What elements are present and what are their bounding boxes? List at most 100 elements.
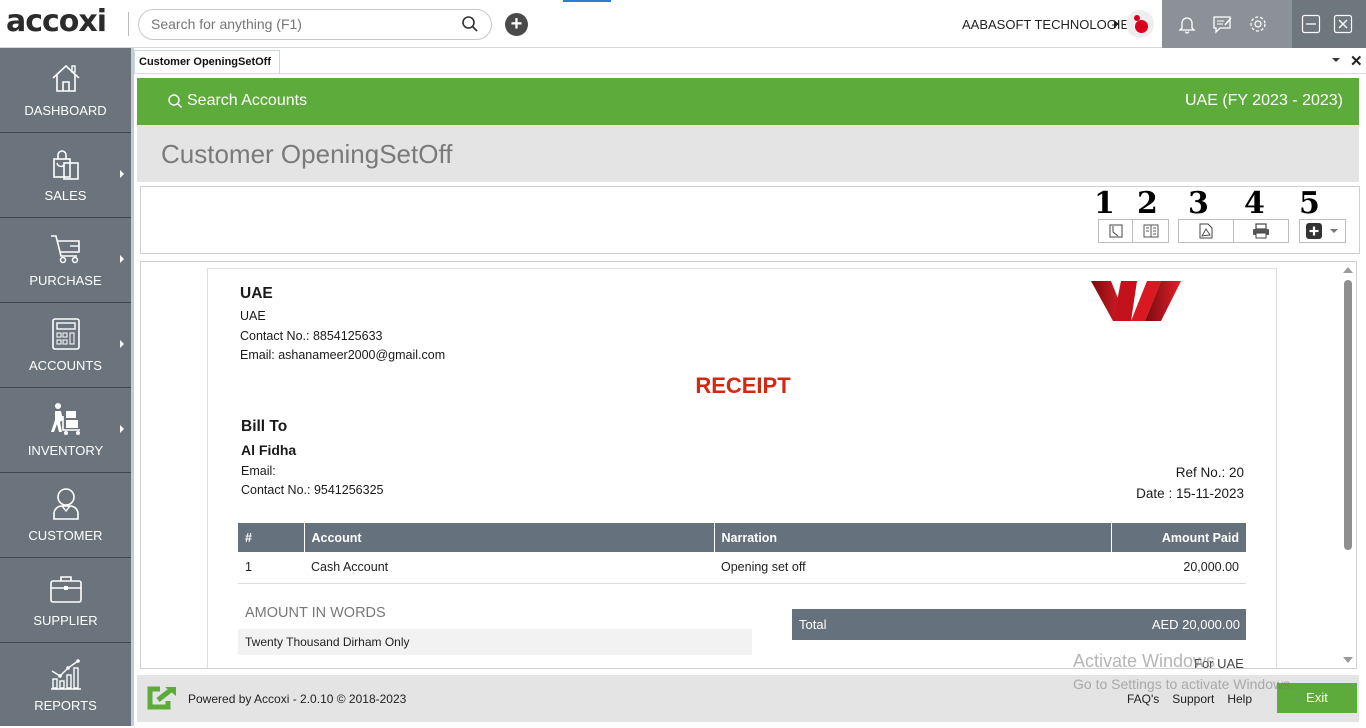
amount-in-words-value: Twenty Thousand Dirham Only <box>238 629 752 655</box>
annotation-1: 1 <box>1094 186 1115 221</box>
scroll-up-icon[interactable] <box>1343 267 1353 273</box>
sidebar-item-customer[interactable]: CUSTOMER <box>0 473 131 558</box>
account-search-bar: Search Accounts UAE (FY 2023 - 2023) <box>137 78 1359 125</box>
column-header-narration: Narration <box>714 523 1112 552</box>
active-indicator <box>563 0 611 2</box>
support-link[interactable]: Support <box>1172 692 1214 706</box>
search-icon[interactable] <box>461 15 479 38</box>
top-bar: accoxi + AABASOFT TECHNOLOGIES <box>0 0 1366 48</box>
column-header-amount-paid: Amount Paid <box>1111 523 1246 552</box>
column-header-index: # <box>238 523 305 552</box>
windows-activation-watermark: Activate Windows <box>1073 651 1216 671</box>
sidebar-item-label: INVENTORY <box>27 443 104 458</box>
company-selector[interactable]: AABASOFT TECHNOLOGIES <box>962 17 1138 32</box>
company-contact: Contact No.: 8854125633 <box>240 329 383 343</box>
close-tab-icon[interactable]: ✕ <box>1350 52 1363 70</box>
window-controls <box>1292 0 1366 48</box>
submenu-arrow-icon <box>120 255 124 263</box>
minimize-icon[interactable] <box>1301 14 1321 39</box>
briefcase-icon <box>48 572 84 606</box>
tab-customer-openingsetoff[interactable]: Customer OpeningSetOff <box>134 50 280 74</box>
search-icon <box>168 94 183 109</box>
amount-in-words-label: AMOUNT IN WORDS <box>245 605 386 621</box>
tab-list-dropdown-icon[interactable] <box>1332 58 1340 62</box>
search-accounts-label: Search Accounts <box>187 92 308 109</box>
sidebar-item-supplier[interactable]: SUPPLIER <box>0 558 131 643</box>
header-actions <box>1162 0 1292 48</box>
add-new-button[interactable]: + <box>505 13 528 36</box>
cell-index: 1 <box>238 552 304 584</box>
company-address: UAE <box>240 309 266 323</box>
customer-name: Al Fidha <box>241 442 297 458</box>
sidebar-item-inventory[interactable]: INVENTORY <box>0 388 131 473</box>
dolly-worker-icon <box>48 402 84 436</box>
message-edit-icon[interactable] <box>1212 14 1234 39</box>
pdf-icon <box>1199 223 1213 239</box>
user-icon <box>48 487 84 521</box>
receipt-heading: RECEIPT <box>695 373 791 398</box>
shopping-bag-icon <box>48 147 84 181</box>
sidebar-item-label: DASHBOARD <box>24 103 107 118</box>
sidebar-item-label: SUPPLIER <box>33 613 98 628</box>
sidebar-item-sales[interactable]: SALES <box>0 133 131 218</box>
sidebar-item-reports[interactable]: REPORTS <box>0 643 131 728</box>
sidebar-item-label: REPORTS <box>34 698 97 713</box>
footer-links: FAQ's Support Help <box>1127 692 1252 706</box>
search-accounts-button[interactable]: Search Accounts <box>167 92 307 110</box>
calculator-icon <box>48 317 84 351</box>
receipt-date: Date : 15-11-2023 <box>1136 486 1244 501</box>
sidebar-item-label: PURCHASE <box>29 273 102 288</box>
page-title: Customer OpeningSetOff <box>161 139 453 169</box>
powered-by-text: Powered by Accoxi - 2.0.10 © 2018-2023 <box>188 692 407 706</box>
annotation-5: 5 <box>1299 186 1320 221</box>
scrollbar-thumb[interactable] <box>1344 280 1352 550</box>
clock-icon <box>1109 224 1122 238</box>
sidebar-item-accounts[interactable]: ACCOUNTS <box>0 303 131 388</box>
table-row: 1 Cash Account Opening set off 20,000.00 <box>238 552 1246 584</box>
customer-email: Email: <box>241 464 276 478</box>
company-email: Email: ashanameer2000@gmail.com <box>240 348 446 362</box>
windows-activation-hint: Go to Settings to activate Windows. <box>1073 676 1294 692</box>
viewer-scrollbar[interactable] <box>1339 262 1356 668</box>
ref-no: Ref No.: 20 <box>1175 465 1244 480</box>
bell-icon[interactable] <box>1177 14 1197 39</box>
fiscal-year-label: UAE (FY 2023 - 2023) <box>1184 92 1343 109</box>
cart-icon <box>48 232 84 266</box>
submenu-arrow-icon <box>120 425 124 433</box>
close-window-icon[interactable] <box>1333 14 1353 39</box>
sidebar-item-label: ACCOUNTS <box>29 358 102 373</box>
global-search[interactable] <box>138 9 492 40</box>
plus-square-icon <box>1306 223 1322 239</box>
print-button[interactable] <box>1233 219 1289 243</box>
chart-icon <box>48 657 84 691</box>
faq-link[interactable]: FAQ's <box>1127 692 1159 706</box>
gear-icon[interactable] <box>1248 14 1268 39</box>
logo-divider <box>128 12 129 36</box>
column-header-account: Account <box>304 523 715 552</box>
view-book-button[interactable] <box>1132 219 1169 243</box>
user-avatar[interactable] <box>1126 10 1154 38</box>
more-options-dropdown[interactable] <box>1299 219 1346 243</box>
export-pdf-button[interactable] <box>1178 219 1234 243</box>
chevron-down-icon <box>1330 229 1338 233</box>
submenu-arrow-icon <box>120 170 124 178</box>
total-row: Total AED 20,000.00 <box>792 609 1246 640</box>
sidebar-item-purchase[interactable]: PURCHASE <box>0 218 131 303</box>
annotation-2: 2 <box>1137 186 1158 221</box>
total-label: Total <box>799 617 827 632</box>
search-input[interactable] <box>151 16 451 32</box>
printer-icon <box>1253 223 1269 239</box>
cell-amount: 20,000.00 <box>1111 552 1246 584</box>
sidebar-item-label: SALES <box>44 188 87 203</box>
sidebar-item-dashboard[interactable]: DASHBOARD <box>0 48 131 133</box>
page-header: Customer OpeningSetOff <box>137 125 1359 182</box>
customer-contact: Contact No.: 9541256325 <box>241 483 384 497</box>
report-viewer: UAE UAE Contact No.: 8854125633 Email: a… <box>140 261 1357 669</box>
caret-right-icon[interactable] <box>1114 20 1119 28</box>
scroll-down-icon[interactable] <box>1343 657 1353 663</box>
cell-account: Cash Account <box>304 552 714 584</box>
accoxi-logo: accoxi <box>6 4 107 39</box>
history-button[interactable] <box>1098 219 1133 243</box>
help-link[interactable]: Help <box>1227 692 1252 706</box>
submenu-arrow-icon <box>120 340 124 348</box>
